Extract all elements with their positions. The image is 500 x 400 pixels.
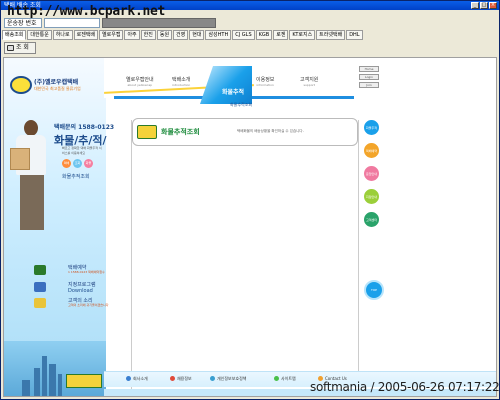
computer-icon (34, 282, 46, 292)
browser-window: 택배 배송 조회 _ □ × http://www.bcpark.net 운송장… (0, 0, 500, 400)
footer-link-label: 개인정보보호정책 (217, 376, 247, 381)
carrier-tab[interactable]: CJ GLS (232, 30, 255, 40)
footer-link-sitemap[interactable]: 사이트맵 (274, 376, 296, 382)
printer-icon (7, 45, 14, 51)
carrier-tab[interactable]: 한진 (140, 30, 156, 40)
truck-icon (34, 265, 46, 275)
nav-support[interactable]: 고객지원 support (300, 76, 318, 87)
carrier-tab[interactable]: 동원 (156, 30, 173, 40)
left-menu-label: 지정프로그램 (68, 282, 96, 288)
nav-sublabel: introduction (172, 83, 191, 87)
city-skyline-image (4, 341, 106, 396)
top-button[interactable]: TOP (364, 280, 384, 300)
carrier-tab[interactable]: 건영 (173, 30, 189, 40)
side-quick-menu: 화물추적 택배예약 운임안내 지점안내 고객센터 (361, 113, 385, 303)
side-tracking-button[interactable]: 화물추적 (363, 119, 380, 136)
side-branch-button[interactable]: 지점안내 (363, 188, 380, 205)
logo-icon[interactable] (10, 76, 32, 94)
web-content: (주)옐로우캡택배 대한민국 최고품질 물류기업 택배문의 1588-0123 … (3, 57, 497, 397)
home-link[interactable]: Home (359, 66, 379, 72)
carrier-tabs: 배송조회 대한통운 하나로 로젠택배 옐로우캡 아주 한진 동원 건영 현대 삼성HTH CJ GLS… (2, 30, 498, 40)
speech-icon (34, 298, 46, 308)
logo-title[interactable]: (주)옐로우캡택배 (34, 77, 78, 86)
nav-sublabel: support (303, 83, 315, 87)
left-menu-sublabel: Download (68, 288, 93, 294)
quick-circles: 택배 조회 화물 (62, 159, 93, 168)
panel-header: 화물추적조회 택배화물의 배송상황을 확인하실 수 있습니다. (132, 118, 358, 146)
sitemap-icon (274, 376, 279, 381)
close-button[interactable]: × (489, 2, 497, 9)
left-banner: (주)옐로우캡택배 대한민국 최고품질 물류기업 택배문의 1588-0123 … (4, 58, 114, 396)
watermark-url: http://www.bcpark.net (7, 4, 166, 19)
carrier-tab[interactable]: 현대 (189, 30, 205, 40)
tracking-number-input[interactable] (44, 18, 100, 28)
nav-intro[interactable]: 택배소개 introduction (172, 76, 190, 87)
banner-description: 빠르고 정확한 택배 화물추적 서비스를 이용하세요 (62, 146, 102, 155)
footer-link-jobs[interactable]: 채용정보 (170, 376, 192, 382)
carrier-tab[interactable]: 대한통운 (27, 30, 52, 40)
nav-label: 택배소개 (172, 77, 191, 83)
panel-description: 택배화물의 배송상황을 확인하실 수 있습니다. (237, 129, 304, 133)
search-button[interactable]: 조 회 (4, 42, 36, 54)
left-menu-download[interactable]: 지정프로그램 Download (34, 281, 106, 295)
window-controls: _ □ × (471, 2, 497, 9)
subnav-tracking[interactable]: 화물추적조회 (230, 102, 252, 108)
minimize-button[interactable]: _ (471, 2, 479, 9)
main-panel (131, 120, 359, 396)
screenshot-stamp: softmania / 2005-06-26 07:17:22 (310, 380, 500, 394)
maximize-button[interactable]: □ (480, 2, 488, 9)
phone-number: 택배문의 1588-0123 (54, 124, 115, 131)
truck-icon (137, 125, 157, 139)
left-menu-voice[interactable]: 고객의 소리 고객의 소리에 귀기울이겠습니다 (34, 297, 109, 311)
tracking-number-label: 운송장 번호 (4, 18, 42, 28)
login-area: Home Login Join (359, 66, 381, 90)
left-menu-sublabel: 고객의 소리에 귀기울이겠습니다 (68, 303, 109, 307)
login-link[interactable]: Login (359, 74, 379, 80)
nav-label: 고객지원 (300, 77, 319, 83)
carrier-tab[interactable]: 트라넷택배 (316, 30, 346, 40)
privacy-icon (210, 376, 215, 381)
nav-sublabel: information (256, 83, 274, 87)
search-button-label: 조 회 (16, 44, 29, 51)
footer-link-privacy[interactable]: 개인정보보호정책 (210, 376, 246, 382)
left-menu-sublabel: 1 1588-0123 택배예약접수 (68, 270, 105, 274)
jobs-icon (170, 376, 175, 381)
nav-label: 옐로우캡안내 (126, 77, 154, 83)
logo-subtitle: 대한민국 최고품질 물류기업 (34, 86, 81, 91)
side-reservation-button[interactable]: 택배예약 (363, 142, 380, 159)
footer-link-company[interactable]: 회사소개 (126, 376, 148, 382)
carrier-tab[interactable]: 아주 (124, 30, 140, 40)
delivery-person-image (10, 120, 54, 230)
tracking-link[interactable]: 화물추적조회 (62, 173, 90, 180)
carrier-tab[interactable]: 옐로우캡 (99, 30, 124, 40)
nav-label: 이용정보 (256, 77, 275, 83)
footer-link-label: 채용정보 (177, 376, 192, 381)
carrier-tab[interactable]: KGB (255, 30, 273, 40)
panel-title: 화물추적조회 (161, 128, 200, 136)
left-menu-reservation[interactable]: 택배예약 1 1588-0123 택배예약접수 (34, 264, 106, 278)
nav-about[interactable]: 옐로우캡안내 about yellowcap (126, 76, 154, 87)
quick-circle-2[interactable]: 조회 (73, 159, 82, 168)
nav-label: 화물추적 (222, 89, 245, 96)
footer-link-label: 사이트맵 (281, 376, 296, 381)
quick-circle-1[interactable]: 택배 (62, 159, 71, 168)
carrier-tab[interactable]: KT로지스 (289, 30, 316, 40)
nav-info[interactable]: 이용정보 information (256, 76, 274, 87)
truck-image (66, 374, 102, 388)
nav-sublabel: about yellowcap (127, 83, 153, 87)
tracking-input-extension[interactable] (102, 18, 216, 28)
carrier-tab[interactable]: 로젠 (273, 30, 289, 40)
carrier-tab[interactable]: 하나로 (52, 30, 73, 40)
carrier-tab[interactable]: 로젠택배 (73, 30, 99, 40)
carrier-tab[interactable]: 배송조회 (2, 30, 27, 40)
quick-circle-3[interactable]: 화물 (84, 159, 93, 168)
join-link[interactable]: Join (359, 82, 379, 88)
company-icon (126, 376, 131, 381)
carrier-tab[interactable]: DHL (346, 30, 363, 40)
side-support-button[interactable]: 고객센터 (363, 211, 380, 228)
footer-link-label: 회사소개 (133, 376, 148, 381)
side-fare-button[interactable]: 운임안내 (363, 165, 380, 182)
carrier-tab[interactable]: 삼성HTH (205, 30, 232, 40)
